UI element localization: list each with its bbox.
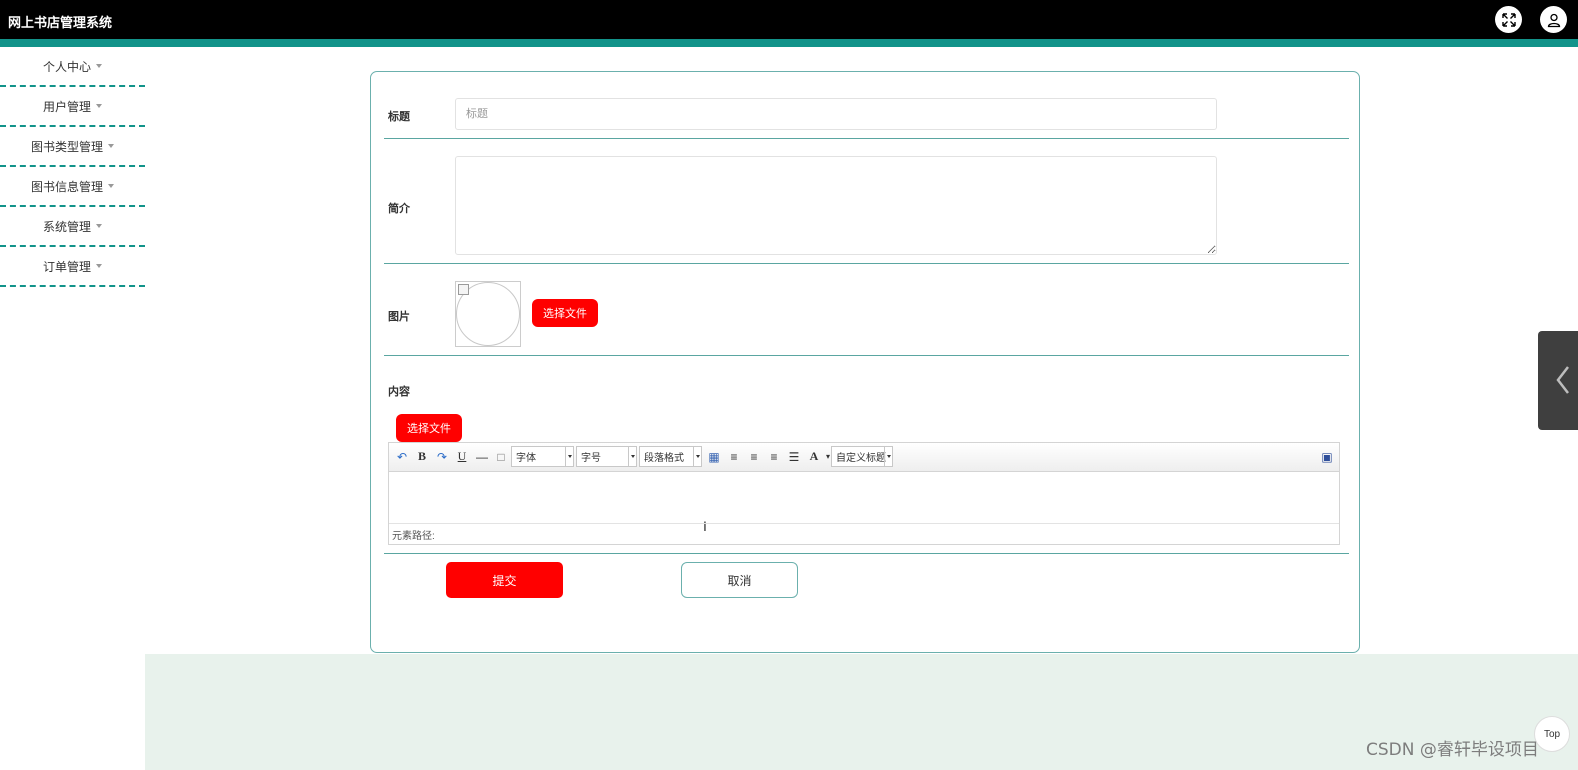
paragraph-select-value: 段落格式 — [644, 453, 684, 464]
caret-down-icon — [96, 264, 102, 268]
image-preview — [455, 281, 521, 347]
user-icon — [1547, 13, 1560, 27]
font-select-value: 字体 — [516, 453, 536, 464]
caret-down-icon — [108, 144, 114, 148]
dropdown-arrow-icon — [565, 447, 573, 466]
content-label: 内容 — [388, 386, 410, 398]
dropdown-arrow-icon — [693, 447, 701, 466]
align-justify-icon[interactable]: ☰ — [787, 449, 801, 464]
align-left-icon[interactable]: ≡ — [727, 449, 741, 464]
sidebar-item-label: 用户管理 — [42, 99, 91, 114]
sidebar-item-user-management[interactable]: 用户管理 — [0, 87, 145, 127]
content-choose-file-button[interactable]: 选择文件 — [396, 414, 462, 442]
intro-label: 简介 — [388, 203, 410, 215]
watermark-text: CSDN @睿轩毕设项目 — [1366, 740, 1539, 760]
dropdown-arrow-icon — [628, 447, 636, 466]
horizontal-rule-icon[interactable]: — — [475, 449, 489, 464]
sidebar-item-book-type-management[interactable]: 图书类型管理 — [0, 127, 145, 167]
dropdown-arrow-icon — [884, 447, 892, 466]
fullscreen-button[interactable] — [1495, 6, 1522, 33]
caret-down-icon — [108, 184, 114, 188]
sidebar-item-personal-center[interactable]: 个人中心 — [0, 47, 145, 87]
submit-button[interactable]: 提交 — [446, 562, 563, 598]
top-header: 网上书店管理系统 — [0, 0, 1578, 39]
caret-down-icon — [96, 104, 102, 108]
app-title: 网上书店管理系统 — [8, 15, 113, 30]
size-select-value: 字号 — [581, 453, 601, 464]
rich-text-editor: ↶ B ↷ U — □ 字体 字号 段落格式 ▦ ≡ ≡ ≡ ☰ A ▾ 自定义… — [388, 442, 1340, 545]
accent-strip — [0, 39, 1578, 47]
fullscreen-editor-icon[interactable]: ▣ — [1320, 449, 1334, 464]
undo-icon[interactable]: ↶ — [395, 449, 409, 464]
size-select[interactable]: 字号 — [576, 446, 637, 467]
row-divider — [384, 138, 1349, 139]
side-panel-toggle[interactable] — [1538, 331, 1578, 430]
image-label: 图片 — [388, 311, 410, 323]
row-divider — [384, 553, 1349, 554]
title-label: 标题 — [388, 111, 410, 123]
editor-element-path: 元素路径: — [389, 523, 1339, 544]
sidebar-item-label: 图书信息管理 — [30, 179, 103, 194]
editor-content-area[interactable] — [389, 472, 1339, 523]
form-card: 标题 简介 图片 选择文件 内容 选择文件 ↶ B ↷ U — □ 字体 字号 — [370, 71, 1360, 653]
user-button[interactable] — [1540, 6, 1567, 33]
sidebar-item-label: 系统管理 — [42, 219, 91, 234]
caret-down-icon — [96, 224, 102, 228]
font-select[interactable]: 字体 — [511, 446, 574, 467]
font-color-icon[interactable]: A — [807, 449, 821, 464]
cancel-button[interactable]: 取消 — [681, 562, 798, 598]
align-center-icon[interactable]: ≡ — [767, 449, 781, 464]
editor-toolbar: ↶ B ↷ U — □ 字体 字号 段落格式 ▦ ≡ ≡ ≡ ☰ A ▾ 自定义… — [389, 443, 1339, 472]
sidebar: 个人中心 用户管理 图书类型管理 图书信息管理 系统管理 订单管理 — [0, 47, 145, 287]
sidebar-item-label: 订单管理 — [42, 259, 91, 274]
sidebar-item-label: 个人中心 — [42, 59, 91, 74]
page-icon[interactable]: □ — [494, 449, 508, 464]
intro-textarea[interactable] — [455, 156, 1217, 255]
row-divider — [384, 355, 1349, 356]
broken-image-icon — [458, 284, 469, 295]
paragraph-select[interactable]: 段落格式 — [639, 446, 702, 467]
image-choose-file-button[interactable]: 选择文件 — [532, 299, 598, 327]
bold-icon[interactable]: B — [415, 449, 429, 464]
custom-title-select-value: 自定义标题 — [836, 453, 886, 464]
sidebar-item-order-management[interactable]: 订单管理 — [0, 247, 145, 287]
title-input[interactable] — [455, 98, 1217, 130]
custom-title-select[interactable]: 自定义标题 — [831, 446, 893, 467]
footer-area — [145, 654, 1578, 770]
row-divider — [384, 263, 1349, 264]
sidebar-item-label: 图书类型管理 — [30, 139, 103, 154]
align-right-icon[interactable]: ≡ — [747, 449, 761, 464]
sidebar-item-book-info-management[interactable]: 图书信息管理 — [0, 167, 145, 207]
sidebar-item-system-management[interactable]: 系统管理 — [0, 207, 145, 247]
underline-icon[interactable]: U — [455, 449, 469, 464]
table-icon[interactable]: ▦ — [707, 449, 721, 464]
fullscreen-icon — [1501, 12, 1516, 27]
caret-down-icon — [96, 64, 102, 68]
back-to-top-button[interactable]: Top — [1534, 716, 1570, 752]
redo-icon[interactable]: ↷ — [435, 449, 449, 464]
chevron-left-icon — [1556, 366, 1569, 394]
